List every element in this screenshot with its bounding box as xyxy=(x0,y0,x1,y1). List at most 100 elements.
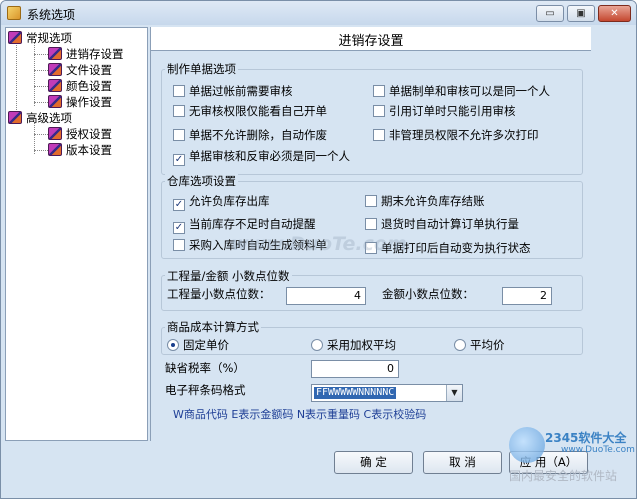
tree-item-label: 文件设置 xyxy=(66,63,112,77)
checkbox-label: 退货时自动计算订单执行量 xyxy=(381,217,519,231)
panel-title: 进销存设置 xyxy=(338,34,404,49)
app-icon xyxy=(7,6,21,20)
tree-group-general[interactable]: 常规选项 xyxy=(8,30,72,45)
tree-item-label: 颜色设置 xyxy=(66,79,112,93)
watermark-text: www.DuoTe.com xyxy=(231,233,407,255)
book-icon xyxy=(8,111,22,124)
book-icon xyxy=(48,95,62,108)
tree-group-label: 常规选项 xyxy=(26,31,72,45)
book-icon xyxy=(48,143,62,156)
voucher-options-title: 制作单据选项 xyxy=(165,61,238,77)
badge-brand: 2345软件大全 xyxy=(545,431,627,445)
warehouse-options-title: 仓库选项设置 xyxy=(165,173,238,189)
ok-button[interactable]: 确 定 xyxy=(334,451,413,474)
checkbox-box[interactable]: ✓ xyxy=(173,154,185,166)
checkbox-label: 当前库存不足时自动提醒 xyxy=(189,217,316,231)
radio-weighted-average[interactable]: 采用加权平均 xyxy=(311,337,396,353)
decimals-title: 工程量/金额 小数点位数 xyxy=(165,268,292,284)
radio-label: 平均价 xyxy=(470,338,505,352)
checkbox-negative-period-close[interactable]: 期末允许负库存结账 xyxy=(365,193,485,209)
radio-dot[interactable] xyxy=(311,339,323,351)
tree-item-license-settings[interactable]: 授权设置 xyxy=(48,126,112,141)
checkbox-low-stock-alert[interactable]: ✓ 当前库存不足时自动提醒 xyxy=(173,216,316,234)
book-icon xyxy=(48,63,62,76)
barcode-format-label: 电子秤条码格式 xyxy=(165,383,246,397)
maximize-button[interactable]: ▣ xyxy=(567,5,595,22)
tree-item-label: 版本设置 xyxy=(66,143,112,157)
barcode-format-select[interactable]: FFWWWWWNNNNNC ▼ xyxy=(311,384,463,402)
amount-decimals-input[interactable]: 2 xyxy=(502,287,552,305)
tree-group-label: 高级选项 xyxy=(26,111,72,125)
system-options-window: 系统选项 ▭ ▣ ✕ 常规选项 进销存设置 文件设置 颜色设置 操作设置 高级选… xyxy=(0,0,637,499)
book-icon xyxy=(48,47,62,60)
checkbox-no-delete-void[interactable]: 单据不允许删除，自动作废 xyxy=(173,127,327,143)
badge-logo-icon xyxy=(509,427,545,463)
amount-decimals-label: 金额小数点位数： xyxy=(382,287,474,301)
tax-rate-label: 缺省税率（%） xyxy=(165,361,245,375)
tax-rate-input[interactable]: 0 xyxy=(311,360,399,378)
panel-header: 进销存设置 xyxy=(151,27,591,51)
book-icon xyxy=(48,79,62,92)
badge-url: www.DuoTe.com xyxy=(561,445,635,455)
checkbox-box[interactable] xyxy=(373,105,385,117)
radio-label: 固定单价 xyxy=(183,338,229,352)
badge-slogan: 国内最安全的软件站 xyxy=(509,469,618,483)
checkbox-return-calc-order[interactable]: 退货时自动计算订单执行量 xyxy=(365,216,519,232)
checkbox-label: 单据过帐前需要审核 xyxy=(189,84,293,98)
chevron-down-icon[interactable]: ▼ xyxy=(446,385,462,401)
checkbox-label: 单据制单和审核可以是同一个人 xyxy=(389,84,550,98)
tree-item-version-settings[interactable]: 版本设置 xyxy=(48,142,112,157)
checkbox-same-maker-auditor[interactable]: 单据制单和审核可以是同一个人 xyxy=(373,83,550,99)
cost-method-title: 商品成本计算方式 xyxy=(165,319,261,335)
tree-group-advanced[interactable]: 高级选项 xyxy=(8,110,72,125)
checkbox-label: 引用订单时只能引用审核 xyxy=(389,104,516,118)
book-icon xyxy=(48,127,62,140)
title-bar: 系统选项 ▭ ▣ ✕ xyxy=(1,1,636,25)
barcode-format-hint: W商品代码 E表示金额码 N表示重量码 C表示校验码 xyxy=(173,408,427,421)
checkbox-box[interactable]: ✓ xyxy=(173,222,185,234)
checkbox-box[interactable] xyxy=(173,85,185,97)
tree-item-label: 进销存设置 xyxy=(66,47,124,61)
checkbox-label: 期末允许负库存结账 xyxy=(381,194,485,208)
barcode-format-value: FFWWWWWNNNNNC xyxy=(314,387,397,399)
radio-label: 采用加权平均 xyxy=(327,338,396,352)
checkbox-box[interactable] xyxy=(365,195,377,207)
tree-item-operation-settings[interactable]: 操作设置 xyxy=(48,94,112,109)
checkbox-same-audit-unaudit[interactable]: ✓ 单据审核和反审必须是同一个人 xyxy=(173,148,350,166)
checkbox-no-multiple-print[interactable]: 非管理员权限不允许多次打印 xyxy=(373,127,539,143)
checkbox-box[interactable] xyxy=(173,129,185,141)
checkbox-allow-negative-stock[interactable]: ✓ 允许负库存出库 xyxy=(173,193,270,211)
tree-item-file-settings[interactable]: 文件设置 xyxy=(48,62,112,77)
options-tree[interactable]: 常规选项 进销存设置 文件设置 颜色设置 操作设置 高级选项 授权设置 版本设置 xyxy=(5,27,148,441)
checkbox-reference-audited[interactable]: 引用订单时只能引用审核 xyxy=(373,103,516,119)
tree-item-label: 授权设置 xyxy=(66,127,112,141)
radio-fixed-price[interactable]: 固定单价 xyxy=(167,337,229,353)
window-title: 系统选项 xyxy=(27,8,76,22)
checkbox-box[interactable] xyxy=(373,85,385,97)
checkbox-view-own-only[interactable]: 无审核权限仅能看自己开单 xyxy=(173,103,327,119)
checkbox-box[interactable]: ✓ xyxy=(173,199,185,211)
qty-decimals-label: 工程量小数点位数： xyxy=(167,287,271,301)
checkbox-label: 单据审核和反审必须是同一个人 xyxy=(189,149,350,163)
checkbox-box[interactable] xyxy=(373,129,385,141)
site-badge: 2345软件大全 www.DuoTe.com 国内最安全的软件站 xyxy=(501,423,636,498)
checkbox-box[interactable] xyxy=(173,105,185,117)
checkbox-label: 无审核权限仅能看自己开单 xyxy=(189,104,327,118)
radio-average-price[interactable]: 平均价 xyxy=(454,337,505,353)
checkbox-box[interactable] xyxy=(173,239,185,251)
tree-item-color-settings[interactable]: 颜色设置 xyxy=(48,78,112,93)
radio-dot[interactable] xyxy=(167,339,179,351)
tree-item-label: 操作设置 xyxy=(66,95,112,109)
book-icon xyxy=(8,31,22,44)
radio-dot[interactable] xyxy=(454,339,466,351)
tree-item-inventory-settings[interactable]: 进销存设置 xyxy=(48,46,124,61)
checkbox-label: 允许负库存出库 xyxy=(189,194,270,208)
checkbox-audit-before-post[interactable]: 单据过帐前需要审核 xyxy=(173,83,293,99)
qty-decimals-input[interactable]: 4 xyxy=(286,287,366,305)
cancel-button[interactable]: 取 消 xyxy=(423,451,502,474)
close-button[interactable]: ✕ xyxy=(598,5,631,22)
checkbox-label: 单据不允许删除，自动作废 xyxy=(189,128,327,142)
checkbox-label: 非管理员权限不允许多次打印 xyxy=(389,128,539,142)
minimize-button[interactable]: ▭ xyxy=(536,5,564,22)
checkbox-box[interactable] xyxy=(365,218,377,230)
